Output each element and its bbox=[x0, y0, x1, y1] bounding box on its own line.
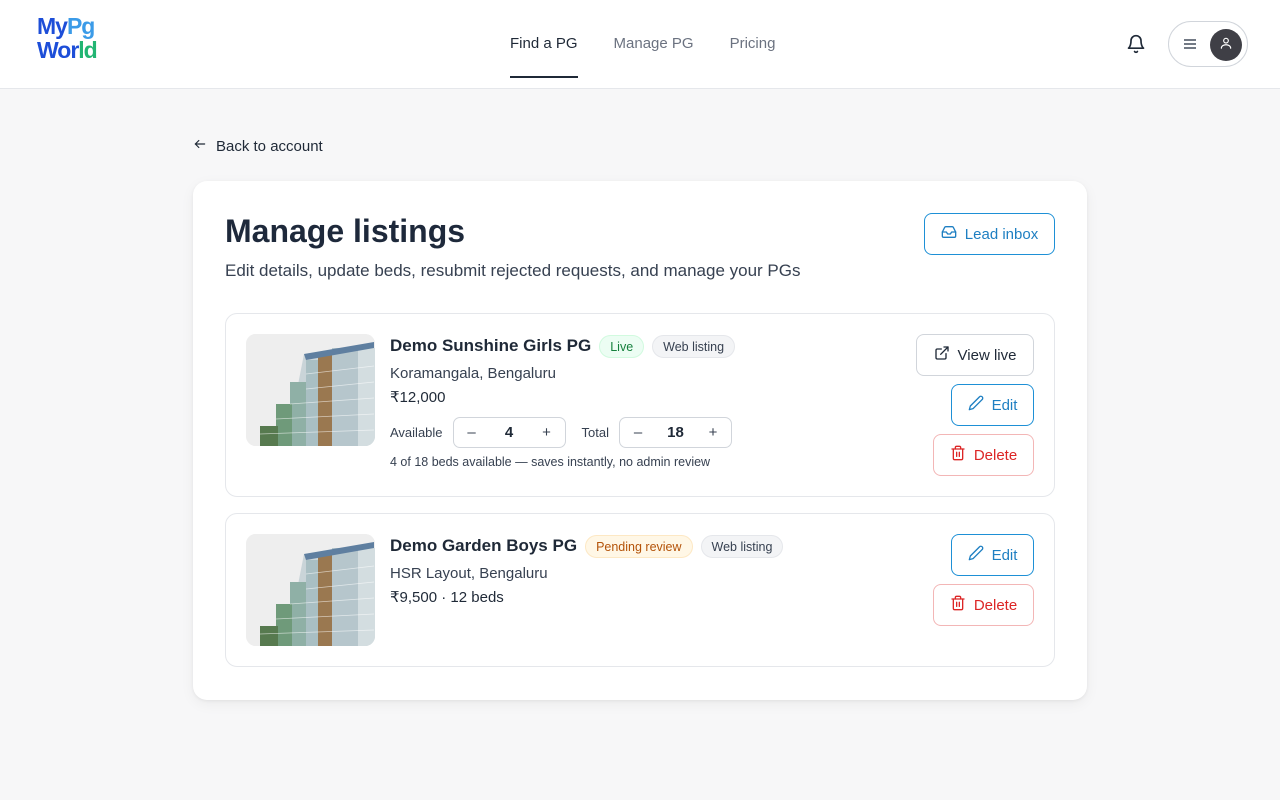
edit-button[interactable]: Edit bbox=[951, 534, 1034, 576]
user-menu-button[interactable] bbox=[1168, 21, 1248, 67]
listing-card: Demo Garden Boys PG Pending review Web l… bbox=[225, 513, 1055, 667]
nav-manage-pg[interactable]: Manage PG bbox=[614, 0, 694, 88]
total-label: Total bbox=[581, 424, 609, 440]
decrement-total-button[interactable]: – bbox=[630, 424, 646, 441]
edit-label: Edit bbox=[991, 546, 1018, 564]
listing-info: Demo Sunshine Girls PG Live Web listing … bbox=[390, 334, 736, 469]
delete-button[interactable]: Delete bbox=[933, 584, 1034, 626]
edit-label: Edit bbox=[991, 396, 1018, 414]
manage-listings-card: Manage listings Edit details, update bed… bbox=[193, 181, 1087, 700]
delete-label: Delete bbox=[973, 596, 1018, 614]
pencil-icon bbox=[968, 545, 984, 565]
arrow-left-icon bbox=[193, 137, 207, 155]
view-live-button[interactable]: View live bbox=[916, 334, 1034, 376]
main-nav: Find a PG Manage PG Pricing bbox=[510, 0, 775, 88]
decrement-available-button[interactable]: – bbox=[464, 424, 480, 441]
logo-line-2: World bbox=[37, 37, 98, 63]
delete-label: Delete bbox=[973, 446, 1018, 464]
channel-badge: Web listing bbox=[652, 334, 736, 358]
nav-find-pg[interactable]: Find a PG bbox=[510, 0, 578, 88]
top-navbar: MyPg World Find a PG Manage PG Pricing bbox=[0, 0, 1280, 89]
status-badge: Live bbox=[599, 334, 645, 358]
lead-inbox-label: Lead inbox bbox=[964, 225, 1039, 243]
avatar bbox=[1210, 29, 1242, 61]
listing-name[interactable]: Demo Garden Boys PG bbox=[390, 536, 577, 556]
back-label: Back to account bbox=[216, 137, 323, 155]
trash-icon bbox=[950, 595, 966, 615]
nav-pricing[interactable]: Pricing bbox=[730, 0, 776, 88]
channel-badge: Web listing bbox=[700, 534, 784, 558]
lead-inbox-button[interactable]: Lead inbox bbox=[924, 213, 1055, 255]
available-value[interactable]: 4 bbox=[505, 424, 513, 441]
logo-line-1: MyPg bbox=[37, 13, 95, 39]
listing-name[interactable]: Demo Sunshine Girls PG bbox=[390, 336, 591, 356]
trash-icon bbox=[950, 445, 966, 465]
total-stepper: – 18 + bbox=[619, 416, 732, 448]
bell-icon[interactable] bbox=[1124, 32, 1148, 56]
page-title: Manage listings bbox=[225, 213, 466, 249]
increment-available-button[interactable]: + bbox=[539, 424, 555, 441]
status-badge: Pending review bbox=[585, 534, 693, 558]
listing-location: HSR Layout, Bengaluru bbox=[390, 565, 548, 582]
inbox-icon bbox=[941, 224, 957, 244]
edit-button[interactable]: Edit bbox=[951, 384, 1034, 426]
available-stepper: – 4 + bbox=[452, 416, 566, 448]
listing-info: Demo Garden Boys PG Pending review Web l… bbox=[390, 534, 784, 608]
listing-photo[interactable] bbox=[246, 534, 375, 646]
external-link-icon bbox=[934, 345, 950, 365]
view-live-label: View live bbox=[957, 346, 1017, 364]
beds-note: 4 of 18 beds available — saves instantly… bbox=[390, 455, 711, 469]
total-value[interactable]: 18 bbox=[667, 424, 684, 441]
menu-icon bbox=[1183, 37, 1197, 51]
listing-card: Demo Sunshine Girls PG Live Web listing … bbox=[225, 313, 1055, 497]
brand-logo[interactable]: MyPg World bbox=[37, 13, 98, 63]
pencil-icon bbox=[968, 395, 984, 415]
page-subtitle: Edit details, update beds, resubmit reje… bbox=[225, 261, 801, 280]
listing-location: Koramangala, Bengaluru bbox=[390, 365, 556, 382]
back-to-account-link[interactable]: Back to account bbox=[193, 136, 323, 156]
increment-total-button[interactable]: + bbox=[705, 424, 721, 441]
listing-price: ₹9,500 · 12 beds bbox=[390, 589, 504, 606]
listing-price: ₹12,000 bbox=[390, 389, 446, 406]
delete-button[interactable]: Delete bbox=[933, 434, 1034, 476]
beds-controls: Available – 4 + Total – 18 + bbox=[390, 416, 735, 448]
listing-photo[interactable] bbox=[246, 334, 375, 446]
available-label: Available bbox=[390, 424, 443, 440]
user-icon bbox=[1219, 36, 1233, 55]
